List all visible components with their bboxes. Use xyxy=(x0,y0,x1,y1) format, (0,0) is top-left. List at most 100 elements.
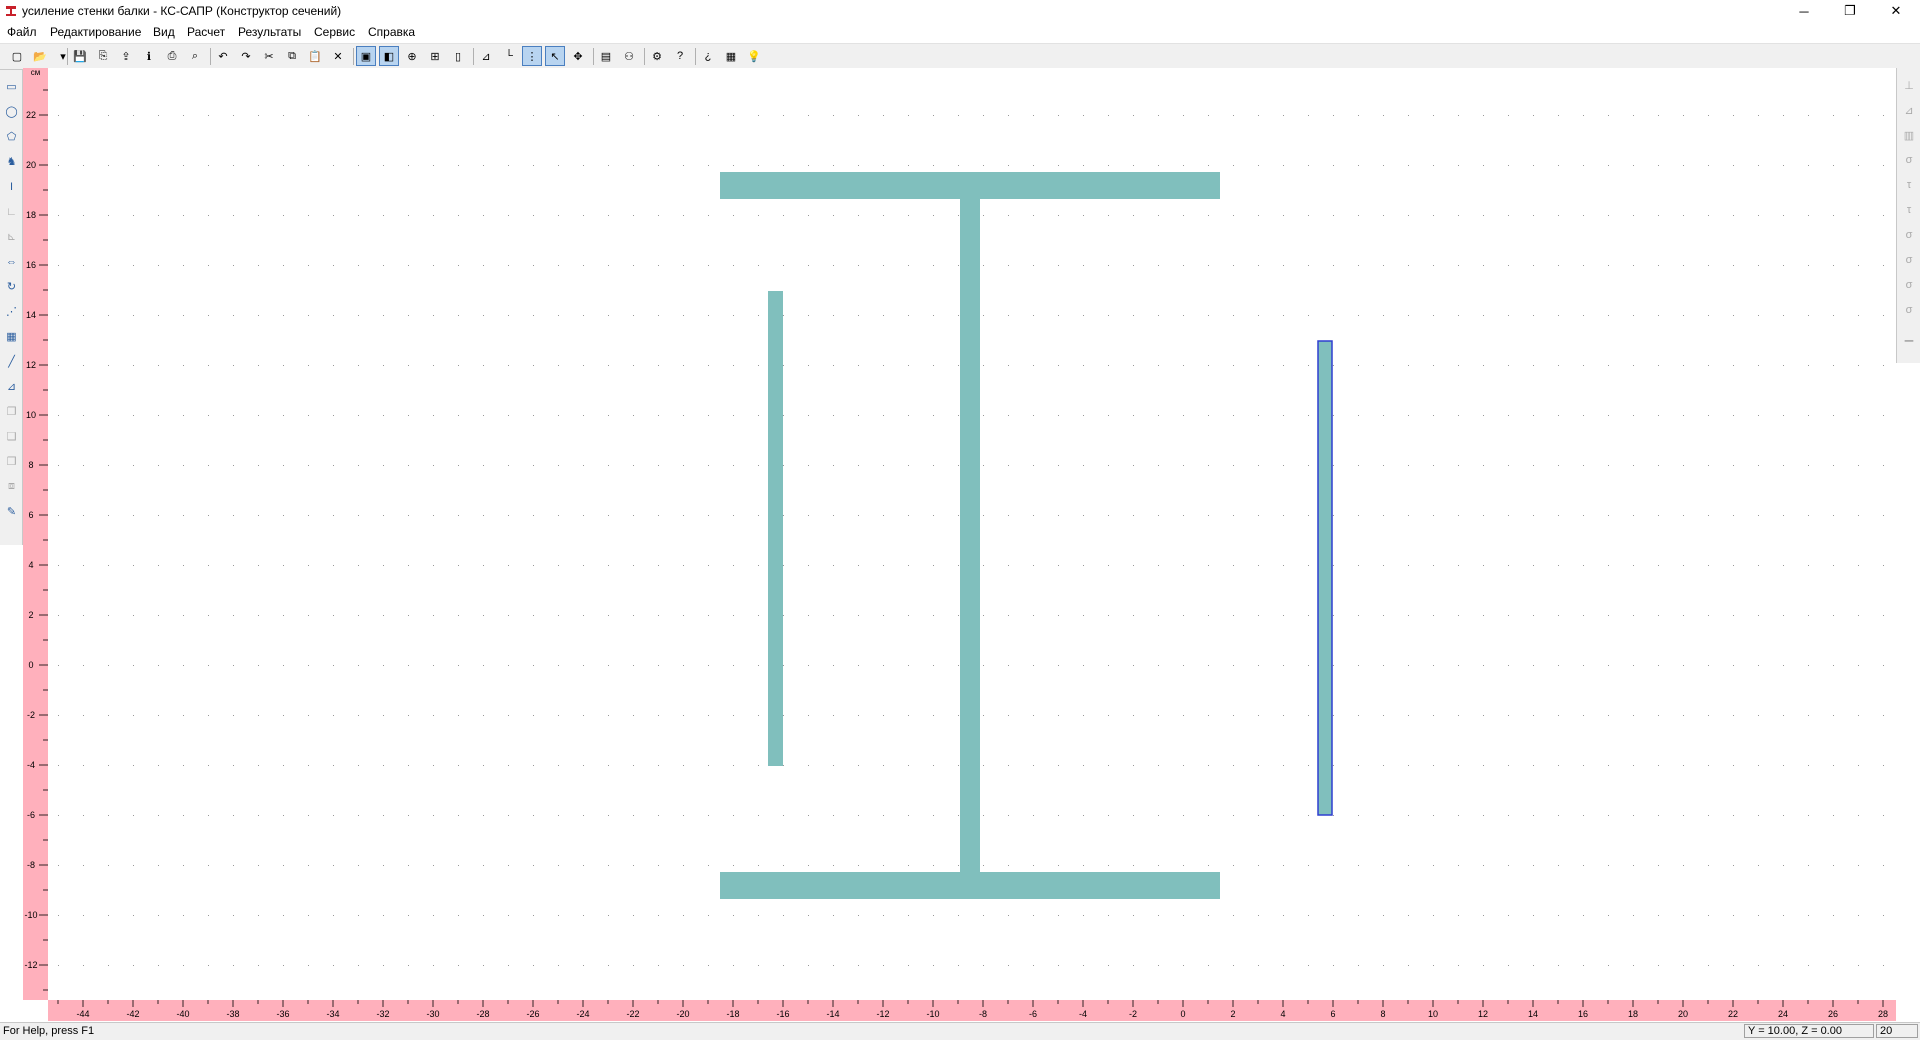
mirror-tool-button[interactable]: ⇔ xyxy=(3,253,20,270)
sigma-e-tool-button[interactable]: σ xyxy=(1900,276,1918,294)
grid-dot xyxy=(1683,765,1684,766)
menu-results[interactable]: Результаты xyxy=(238,25,301,39)
grid-dot xyxy=(1558,115,1559,116)
nodes-tool-button[interactable]: ⋰ xyxy=(3,303,20,320)
grid-dot xyxy=(708,265,709,266)
tau-xz-tool-button[interactable]: τ xyxy=(1900,201,1918,219)
grid-dot xyxy=(508,565,509,566)
line-tool-button[interactable]: ╱ xyxy=(3,353,20,370)
angle-tool-button[interactable]: ∟ xyxy=(3,203,20,220)
rectangle-tool-button[interactable]: ▭ xyxy=(3,78,20,95)
grid-dot xyxy=(1283,715,1284,716)
snap-button[interactable]: ↖ xyxy=(545,46,565,66)
menu-calc[interactable]: Расчет xyxy=(187,25,225,39)
grid-dot xyxy=(83,815,84,816)
result-1-tool-button[interactable]: ⊥ xyxy=(1900,76,1918,94)
reinforcing-strip-selected[interactable] xyxy=(1317,340,1333,816)
grid-dot xyxy=(1633,915,1634,916)
grid-dot xyxy=(383,465,384,466)
menu-service[interactable]: Сервис xyxy=(314,25,355,39)
redo-button[interactable]: ↷ xyxy=(237,47,255,65)
layers-button[interactable]: ▤ xyxy=(597,47,615,65)
print-preview-button[interactable]: ⌕ xyxy=(186,47,204,65)
restore-button[interactable]: ❐ xyxy=(1827,0,1873,22)
tau-zy-tool-button[interactable]: τ xyxy=(1900,176,1918,194)
diagram-tool-button[interactable]: ▁ xyxy=(1900,326,1918,344)
copy-layer-tool-button[interactable]: ❐ xyxy=(3,403,20,420)
grid-dot xyxy=(408,715,409,716)
about-button[interactable]: ▦ xyxy=(722,47,740,65)
menu-help[interactable]: Справка xyxy=(368,25,415,39)
layer-4-tool-button[interactable]: ⧈ xyxy=(3,478,20,495)
page-button[interactable]: ▯ xyxy=(449,47,467,65)
select-mode-button[interactable]: ▣ xyxy=(356,46,376,66)
bottom-flange[interactable] xyxy=(720,872,1220,899)
grid-dot xyxy=(1783,915,1784,916)
save-as-button[interactable]: ⎘ xyxy=(94,47,112,65)
grid-dot xyxy=(958,715,959,716)
sigma-1-tool-button[interactable]: σ xyxy=(1900,226,1918,244)
grid-dot xyxy=(333,415,334,416)
axes-button[interactable]: └ xyxy=(500,47,518,65)
save-button[interactable]: 💾 xyxy=(71,47,89,65)
angle-dim-tool-button[interactable]: ⊾ xyxy=(3,228,20,245)
grid-dot xyxy=(1008,115,1009,116)
result-3-tool-button[interactable]: ▥ xyxy=(1900,126,1918,144)
menu-view[interactable]: Вид xyxy=(153,25,175,39)
i-beam-tool-button[interactable]: I xyxy=(3,178,20,195)
menu-file[interactable]: Файл xyxy=(7,25,37,39)
result-2-tool-button[interactable]: ⊿ xyxy=(1900,101,1918,119)
layer-3-tool-button[interactable]: ❒ xyxy=(3,453,20,470)
grid-button[interactable]: ⋮ xyxy=(522,46,542,66)
layer-2-tool-button[interactable]: ❑ xyxy=(3,428,20,445)
sigma-1-icon: σ xyxy=(1905,229,1913,241)
cut-button[interactable]: ✂ xyxy=(260,47,278,65)
reinforcing-strip-left[interactable] xyxy=(768,291,783,766)
grid-dot xyxy=(1033,665,1034,666)
whats-this-button[interactable]: ¿ xyxy=(699,47,717,65)
open-button[interactable]: 📂 xyxy=(31,47,49,65)
grid-dot xyxy=(1708,715,1709,716)
undo-icon: ↶ xyxy=(218,50,228,63)
dimension-tool-button[interactable]: ⊿ xyxy=(3,378,20,395)
paste-button[interactable]: 📋 xyxy=(306,47,324,65)
properties-tool-button[interactable]: ✎ xyxy=(3,503,20,520)
grid-dot xyxy=(1708,815,1709,816)
dimension-button[interactable]: ⊿ xyxy=(477,47,495,65)
help-button[interactable]: ? xyxy=(671,47,689,65)
print-button[interactable]: ⎙ xyxy=(163,47,181,65)
array-tool-button[interactable]: ▦ xyxy=(3,328,20,345)
polygon-tool-button[interactable]: ⬠ xyxy=(3,128,20,145)
export-button[interactable]: ⇪ xyxy=(117,47,135,65)
delete-button[interactable]: ✕ xyxy=(329,47,347,65)
sigma-n-tool-button[interactable]: σ xyxy=(1900,301,1918,319)
profile-tool-button[interactable]: ♞ xyxy=(3,153,20,170)
info-button[interactable]: ℹ xyxy=(140,47,158,65)
new-button[interactable]: ▢ xyxy=(8,47,26,65)
tip-button[interactable]: 💡 xyxy=(745,47,763,65)
close-button[interactable]: ✕ xyxy=(1873,0,1919,22)
sigma-x-tool-button[interactable]: σ xyxy=(1900,151,1918,169)
zoom-window-button[interactable]: ⊞ xyxy=(426,47,444,65)
grid-dot xyxy=(58,415,59,416)
binoculars-button[interactable]: ⚇ xyxy=(620,47,638,65)
grid-dot xyxy=(658,915,659,916)
copy-button[interactable]: ⧉ xyxy=(283,47,301,65)
fill-mode-button[interactable]: ◧ xyxy=(379,46,399,66)
ellipse-tool-button[interactable]: ◯ xyxy=(3,103,20,120)
sigma-2-tool-button[interactable]: σ xyxy=(1900,251,1918,269)
minimize-button[interactable]: ─ xyxy=(1781,0,1827,22)
grid-dot xyxy=(1583,815,1584,816)
grid-dot xyxy=(158,565,159,566)
zoom-button[interactable]: ⊕ xyxy=(403,47,421,65)
dropdown-button[interactable]: ▾ xyxy=(54,47,72,65)
calc-button[interactable]: ⚙ xyxy=(648,47,666,65)
grid-dot xyxy=(1208,815,1209,816)
web-plate[interactable] xyxy=(960,199,980,874)
menu-edit[interactable]: Редактирование xyxy=(50,25,141,39)
undo-button[interactable]: ↶ xyxy=(214,47,232,65)
drawing-canvas[interactable] xyxy=(48,68,1896,1000)
move-button[interactable]: ✥ xyxy=(569,47,587,65)
rotate-tool-button[interactable]: ↻ xyxy=(3,278,20,295)
top-flange[interactable] xyxy=(720,172,1220,199)
